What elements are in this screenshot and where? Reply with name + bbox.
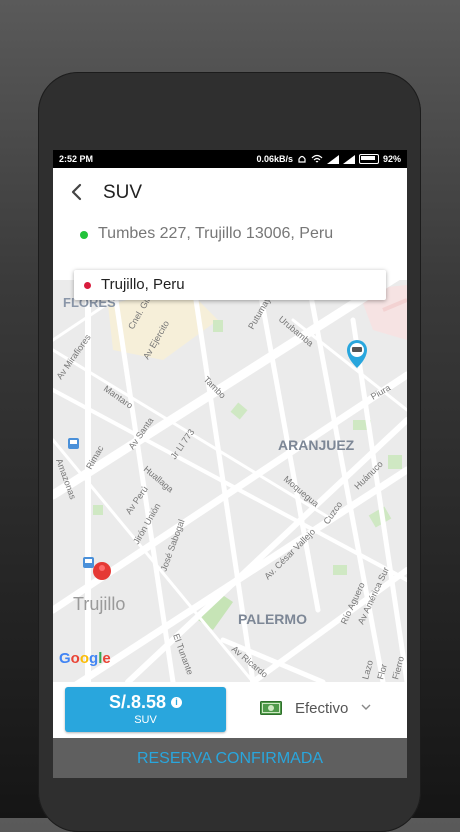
bus-stop-icon <box>68 438 79 449</box>
status-time: 2:52 PM <box>59 154 94 164</box>
destination-marker-icon[interactable] <box>93 562 111 580</box>
map-view[interactable]: FLORES ARANJUEZ PALERMO Trujillo Cnel. G… <box>53 280 407 682</box>
alarm-icon <box>298 155 306 163</box>
chevron-down-icon <box>361 704 371 710</box>
signal-icon-2 <box>342 154 355 164</box>
network-speed: 0.06kB/s <box>256 154 293 164</box>
wifi-icon <box>311 154 323 163</box>
fare-button[interactable]: S/.8.58 i SUV <box>65 687 226 732</box>
destination-dot <box>84 282 91 289</box>
map-label-aranjuez: ARANJUEZ <box>278 437 355 453</box>
confirm-booking-button[interactable]: RESERVA CONFIRMADA <box>53 738 407 778</box>
fare-vehicle: SUV <box>134 714 157 726</box>
google-logo: Google <box>59 650 111 667</box>
origin-address: Tumbes 227, Trujillo 13006, Peru <box>98 225 334 242</box>
payment-method-selector[interactable]: Efectivo <box>258 697 398 723</box>
map-canvas: FLORES ARANJUEZ PALERMO Trujillo Cnel. G… <box>53 280 407 682</box>
status-icons: 0.06kB/s 92% <box>256 150 401 168</box>
destination-field[interactable]: Trujillo, Peru <box>74 270 386 300</box>
payment-method-label: Efectivo <box>295 700 349 717</box>
info-icon[interactable]: i <box>171 697 183 708</box>
destination-address: Trujillo, Peru <box>101 276 185 293</box>
back-arrow-icon[interactable] <box>65 180 89 204</box>
bus-stop-icon-2 <box>83 557 94 568</box>
status-bar: 2:52 PM 0.06kB/s 92% <box>53 150 407 168</box>
map-label-trujillo: Trujillo <box>73 594 125 614</box>
battery-icon <box>358 154 379 164</box>
page-title: SUV <box>103 182 143 203</box>
signal-icon <box>326 154 339 164</box>
header-bar: SUV <box>53 168 407 220</box>
app-screen: 2:52 PM 0.06kB/s 92% SUV Tumbes 227, Tru… <box>53 150 407 778</box>
fare-amount: S/.8.58 <box>108 692 167 712</box>
booking-panel: S/.8.58 i SUV Efectivo <box>53 682 407 738</box>
cash-icon <box>260 701 282 715</box>
battery-level: 92% <box>382 154 401 164</box>
origin-dot <box>80 231 88 239</box>
map-label-palermo: PALERMO <box>238 611 307 627</box>
origin-field[interactable]: Tumbes 227, Trujillo 13006, Peru <box>53 220 407 260</box>
